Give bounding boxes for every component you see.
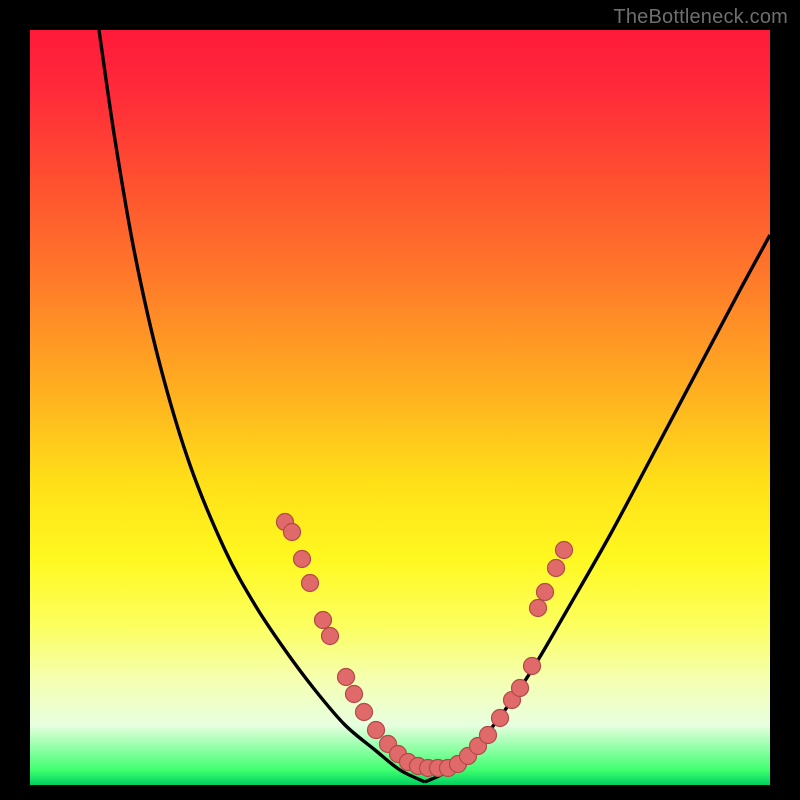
data-marker: [315, 612, 332, 629]
right-curve: [425, 235, 770, 782]
data-markers: [277, 514, 573, 777]
data-marker: [302, 575, 319, 592]
data-marker: [512, 680, 529, 697]
data-marker: [556, 542, 573, 559]
chart-plot-area: [30, 30, 770, 785]
data-marker: [368, 722, 385, 739]
left-curve: [99, 30, 425, 782]
data-marker: [322, 628, 339, 645]
data-marker: [524, 658, 541, 675]
chart-svg: [30, 30, 770, 785]
data-marker: [346, 686, 363, 703]
data-marker: [548, 560, 565, 577]
data-marker: [356, 704, 373, 721]
data-marker: [284, 524, 301, 541]
watermark-text: TheBottleneck.com: [613, 6, 788, 29]
data-marker: [492, 710, 509, 727]
data-marker: [294, 551, 311, 568]
data-marker: [480, 727, 497, 744]
data-marker: [338, 669, 355, 686]
data-marker: [537, 584, 554, 601]
data-marker: [530, 600, 547, 617]
